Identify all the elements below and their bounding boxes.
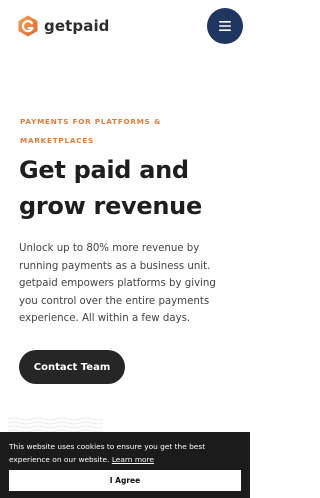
cookie-message: This website uses cookies to ensure you … (9, 441, 241, 466)
contact-team-button[interactable]: Contact Team (19, 350, 125, 384)
hero-eyebrow: PAYMENTS FOR PLATFORMS & MARKETPLACES (20, 117, 162, 145)
site-header: getpaid (0, 0, 250, 52)
hero-title: Get paid and grow revenue (19, 156, 202, 220)
menu-button[interactable] (207, 8, 243, 44)
cookie-accept-button[interactable]: I Agree (9, 470, 241, 491)
brand-name: getpaid (44, 17, 110, 35)
hamburger-menu-icon (219, 21, 231, 31)
learn-more-link[interactable]: Learn more (112, 455, 154, 464)
cookie-banner: This website uses cookies to ensure you … (0, 432, 250, 498)
brand-logo[interactable]: getpaid (16, 14, 110, 38)
hero-description: Unlock up to 80% more revenue by running… (19, 243, 216, 324)
cookie-text: This website uses cookies to ensure you … (9, 442, 206, 464)
getpaid-g-icon (18, 15, 38, 37)
